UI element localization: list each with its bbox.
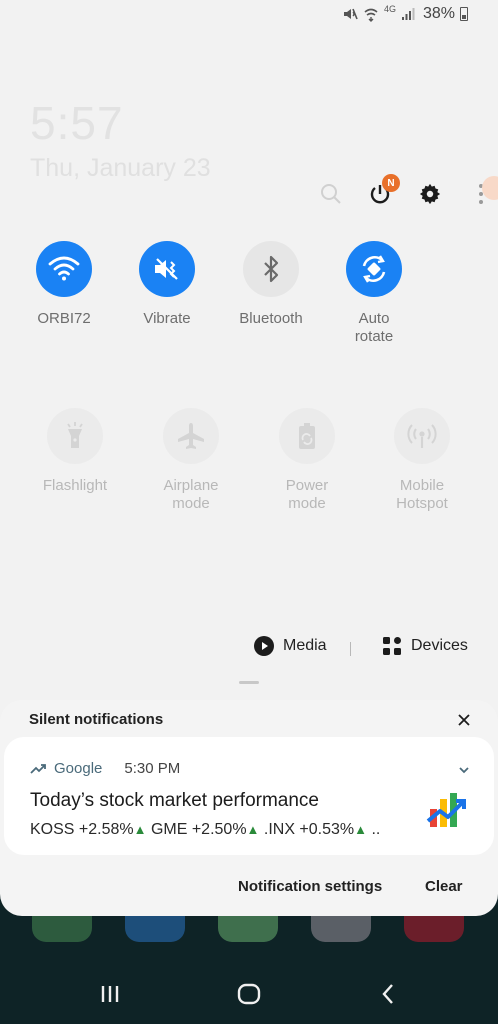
- qs-mobile-hotspot-label: Mobile Hotspot: [396, 477, 448, 512]
- qs-flashlight-toggle[interactable]: [47, 408, 103, 464]
- devices-button[interactable]: Devices: [382, 636, 468, 656]
- close-button[interactable]: [454, 710, 474, 730]
- qs-airplane[interactable]: Airplane mode: [141, 408, 241, 513]
- qs-mobile-hotspot[interactable]: Mobile Hotspot: [372, 408, 472, 513]
- qs-bluetooth-label: Bluetooth: [239, 310, 303, 327]
- power-button[interactable]: N: [362, 174, 400, 212]
- up-arrow-icon: ▲: [246, 822, 260, 837]
- stock-gme: GME +2.50%: [146, 821, 247, 838]
- auto-rotate-icon: [362, 255, 386, 283]
- stock-chart-icon: [426, 793, 466, 827]
- qs-wifi-label: ORBI72: [37, 310, 91, 327]
- qs-auto-rotate[interactable]: Auto rotate: [324, 241, 424, 346]
- signal-icon: [401, 8, 415, 20]
- settings-button[interactable]: [412, 176, 448, 212]
- navigation-bar: [0, 960, 498, 1024]
- power-mode-icon: [299, 423, 315, 449]
- profile-peek: [482, 176, 498, 200]
- bluetooth-icon: [264, 255, 279, 283]
- qs-auto-rotate-toggle[interactable]: [346, 241, 402, 297]
- qs-auto-rotate-label: Auto rotate: [354, 310, 394, 345]
- status-bar: 4G 38%: [0, 0, 498, 32]
- network-type: 4G: [383, 4, 396, 14]
- settings-icon: [419, 183, 441, 205]
- qs-wifi[interactable]: ORBI72: [14, 241, 114, 328]
- battery-percent: 38%: [422, 5, 455, 22]
- battery-icon: [460, 7, 468, 21]
- qs-mobile-hotspot-toggle[interactable]: [394, 408, 450, 464]
- up-arrow-icon: ▲: [133, 822, 147, 837]
- recents-button[interactable]: [96, 982, 124, 1006]
- hotspot-icon: [407, 424, 437, 448]
- airplane-icon: [178, 423, 204, 449]
- wifi-icon: [48, 256, 80, 281]
- clear-button[interactable]: Clear: [425, 878, 463, 895]
- notification-header: Google 5:30 PM: [30, 760, 180, 777]
- home-icon: [237, 983, 261, 1005]
- qs-power-mode-toggle[interactable]: [279, 408, 335, 464]
- media-devices-row: Media Devices: [0, 636, 498, 664]
- flashlight-icon: [67, 422, 83, 448]
- chevron-down-icon: [459, 767, 469, 774]
- stock-inx: .INX +0.53%: [259, 821, 355, 838]
- qs-wifi-toggle[interactable]: [36, 241, 92, 297]
- qs-bluetooth-toggle[interactable]: [243, 241, 299, 297]
- notification-settings-button[interactable]: Notification settings: [238, 878, 382, 895]
- divider: [350, 642, 351, 656]
- play-circle-icon: [254, 636, 274, 656]
- qs-vibrate[interactable]: Vibrate: [117, 241, 217, 328]
- mute-icon: [343, 8, 358, 20]
- close-icon: [458, 714, 470, 726]
- clock-time: 5:57: [30, 97, 124, 149]
- notification-body: KOSS +2.58%▲ GME +2.50%▲ .INX +0.53%▲ ..: [30, 821, 380, 839]
- trending-up-icon: [30, 763, 46, 774]
- qs-flashlight-label: Flashlight: [42, 477, 108, 494]
- recents-icon: [101, 986, 119, 1002]
- qs-bluetooth[interactable]: Bluetooth: [221, 241, 321, 328]
- status-icons: 4G 38%: [342, 4, 468, 23]
- notification-title: Today’s stock market performance: [30, 790, 319, 811]
- media-label: Media: [283, 637, 327, 654]
- qs-airplane-label: Airplane mode: [163, 477, 219, 512]
- qs-vibrate-label: Vibrate: [143, 310, 191, 327]
- notification-card[interactable]: Google 5:30 PM Today’s stock market perf…: [4, 737, 494, 855]
- media-button[interactable]: Media: [254, 636, 327, 656]
- up-arrow-icon: ▲: [354, 822, 368, 837]
- qs-power-mode-label: Power mode: [285, 477, 329, 512]
- stock-koss: KOSS +2.58%: [30, 821, 134, 838]
- notification-app-name: Google: [54, 760, 103, 777]
- vibrate-icon: [155, 258, 178, 280]
- expand-button[interactable]: [458, 761, 470, 779]
- devices-label: Devices: [411, 637, 468, 654]
- devices-icon: [383, 637, 401, 655]
- notification-time: 5:30 PM: [124, 760, 181, 777]
- silent-notifications-panel: Silent notifications Google 5:30 PM Toda…: [0, 700, 498, 916]
- power-badge: N: [382, 174, 400, 192]
- silent-notifications-title: Silent notifications: [29, 711, 164, 728]
- home-button[interactable]: [235, 982, 263, 1006]
- qs-flashlight[interactable]: Flashlight: [25, 408, 125, 495]
- wifi-call-icon: [364, 8, 378, 22]
- back-button[interactable]: [374, 982, 402, 1006]
- search-button[interactable]: [313, 176, 349, 212]
- drag-handle[interactable]: [239, 681, 259, 684]
- qs-power-mode[interactable]: Power mode: [257, 408, 357, 513]
- panel-top-actions: N: [0, 174, 498, 216]
- qs-vibrate-toggle[interactable]: [139, 241, 195, 297]
- body-ellipsis: ..: [367, 821, 381, 838]
- search-icon: [321, 184, 341, 204]
- qs-airplane-toggle[interactable]: [163, 408, 219, 464]
- back-icon: [382, 984, 393, 1004]
